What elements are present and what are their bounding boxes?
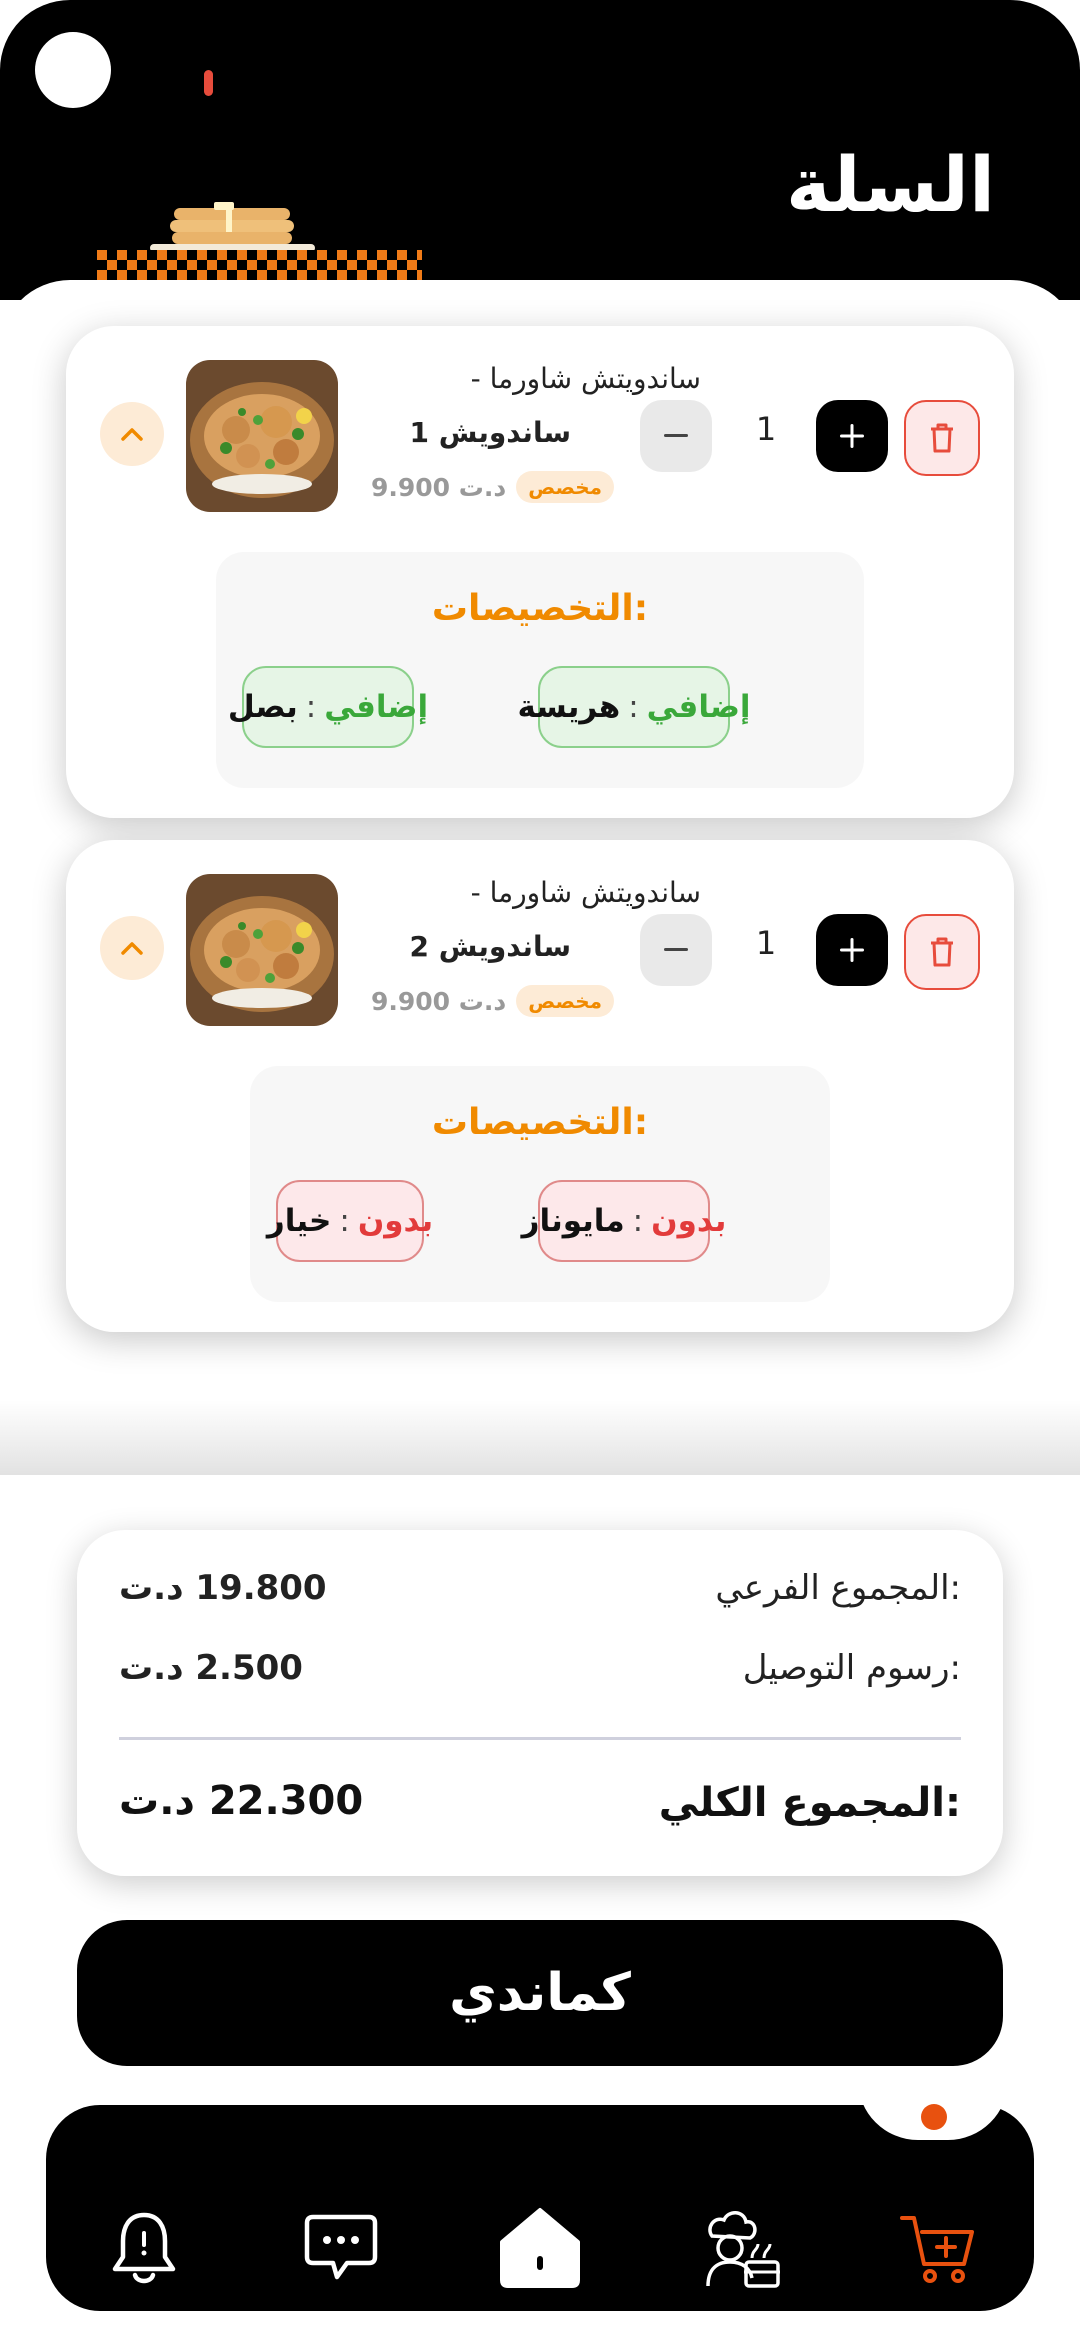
camera-cutout xyxy=(35,32,111,108)
custom-badge: مخصص xyxy=(516,985,615,1017)
custom-badge: مخصص xyxy=(516,471,615,503)
collapse-button[interactable] xyxy=(100,402,164,466)
customization-chip: بدون : خيار xyxy=(267,1180,433,1262)
chip-separator: : xyxy=(305,689,317,725)
cart-item-card: ساندويتش شاورما - ساندويش 1 9.900 د.ت مخ… xyxy=(66,326,1014,818)
customization-chip: بدون : مايوناز xyxy=(522,1180,726,1262)
food-image xyxy=(186,874,338,1026)
sheet-divider xyxy=(0,1400,1080,1475)
home-icon xyxy=(500,2208,580,2288)
chef-icon xyxy=(706,2211,780,2288)
customizations-panel: :التخصيصات إضافي : هريسة إضافي : بصل xyxy=(216,552,864,788)
minus-icon xyxy=(664,948,688,951)
chip-separator: : xyxy=(628,689,639,725)
place-order-button[interactable]: كماندي xyxy=(77,1920,1003,2066)
chip-value: هريسة xyxy=(517,689,621,725)
increase-quantity-button[interactable] xyxy=(816,914,888,986)
delivery-fee-label: :رسوم التوصيل xyxy=(742,1648,961,1688)
price-line: 9.900 د.ت مخصص xyxy=(371,985,615,1017)
minus-icon xyxy=(664,434,688,437)
page-title: السلة xyxy=(785,140,995,229)
chip-kind: إضافي xyxy=(324,689,429,725)
decrease-quantity-button[interactable] xyxy=(640,914,712,986)
customization-chip: إضافي : بصل xyxy=(228,666,428,748)
customization-chip: إضافي : هريسة xyxy=(517,666,751,748)
item-variant: ساندويش 2 xyxy=(409,930,571,963)
item-name: ساندويتش شاورما - xyxy=(470,876,701,909)
item-name: ساندويتش شاورما - xyxy=(470,362,701,395)
header: السلة xyxy=(0,0,1080,300)
item-price: 9.900 د.ت xyxy=(371,472,507,502)
chip-kind: بدون xyxy=(651,1203,727,1239)
chip-value: مايوناز xyxy=(521,1203,625,1239)
chat-icon xyxy=(304,2214,378,2280)
subtotal-label: :المجموع الفرعي xyxy=(715,1568,961,1608)
subtotal-value: 19.800 د.ت xyxy=(119,1568,327,1608)
total-value: 22.300 د.ت xyxy=(119,1778,364,1824)
customizations-title: :التخصيصات xyxy=(431,588,649,629)
delete-item-button[interactable] xyxy=(904,914,980,990)
nav-cart[interactable] xyxy=(890,2200,986,2296)
trash-icon xyxy=(931,423,953,453)
delivery-fee-value: 2.500 د.ت xyxy=(119,1648,303,1688)
chip-kind: بدون xyxy=(357,1203,434,1239)
customizations-panel: :التخصيصات بدون : مايوناز بدون : خيار xyxy=(250,1066,830,1302)
chip-value: بصل xyxy=(227,689,298,725)
order-summary: :المجموع الفرعي 19.800 د.ت :رسوم التوصيل… xyxy=(77,1530,1003,1876)
chevron-up-icon xyxy=(121,428,143,441)
total-label: :المجموع الكلي xyxy=(658,1780,961,1826)
nav-home[interactable] xyxy=(492,2200,588,2296)
food-image xyxy=(186,360,338,512)
price-line: 9.900 د.ت مخصص xyxy=(371,471,615,503)
plus-icon xyxy=(840,424,864,448)
decrease-quantity-button[interactable] xyxy=(640,400,712,472)
summary-divider xyxy=(119,1737,961,1740)
plus-icon xyxy=(840,938,864,962)
delete-item-button[interactable] xyxy=(904,400,980,476)
chip-value: خيار xyxy=(266,1203,332,1239)
nav-notifications[interactable] xyxy=(96,2200,192,2296)
active-indicator xyxy=(921,2104,947,2130)
checker-pattern xyxy=(97,250,422,282)
cart-add-icon xyxy=(900,2216,974,2283)
status-indicator xyxy=(204,70,213,96)
increase-quantity-button[interactable] xyxy=(816,400,888,472)
item-variant: ساندويش 1 xyxy=(409,416,571,449)
item-price: 9.900 د.ت xyxy=(371,986,507,1016)
nav-chef[interactable] xyxy=(692,2200,788,2296)
trash-icon xyxy=(931,937,953,967)
chip-separator: : xyxy=(632,1203,644,1239)
chip-separator: : xyxy=(339,1203,350,1239)
quantity-value: 1 xyxy=(755,924,777,962)
collapse-button[interactable] xyxy=(100,916,164,980)
chevron-up-icon xyxy=(121,942,143,955)
cart-item-card: ساندويتش شاورما - ساندويش 2 9.900 د.ت مخ… xyxy=(66,840,1014,1332)
customizations-title: :التخصيصات xyxy=(431,1102,649,1143)
nav-messages[interactable] xyxy=(293,2200,389,2296)
bell-icon xyxy=(112,2212,176,2284)
chip-kind: إضافي xyxy=(646,689,751,725)
quantity-value: 1 xyxy=(755,410,777,448)
